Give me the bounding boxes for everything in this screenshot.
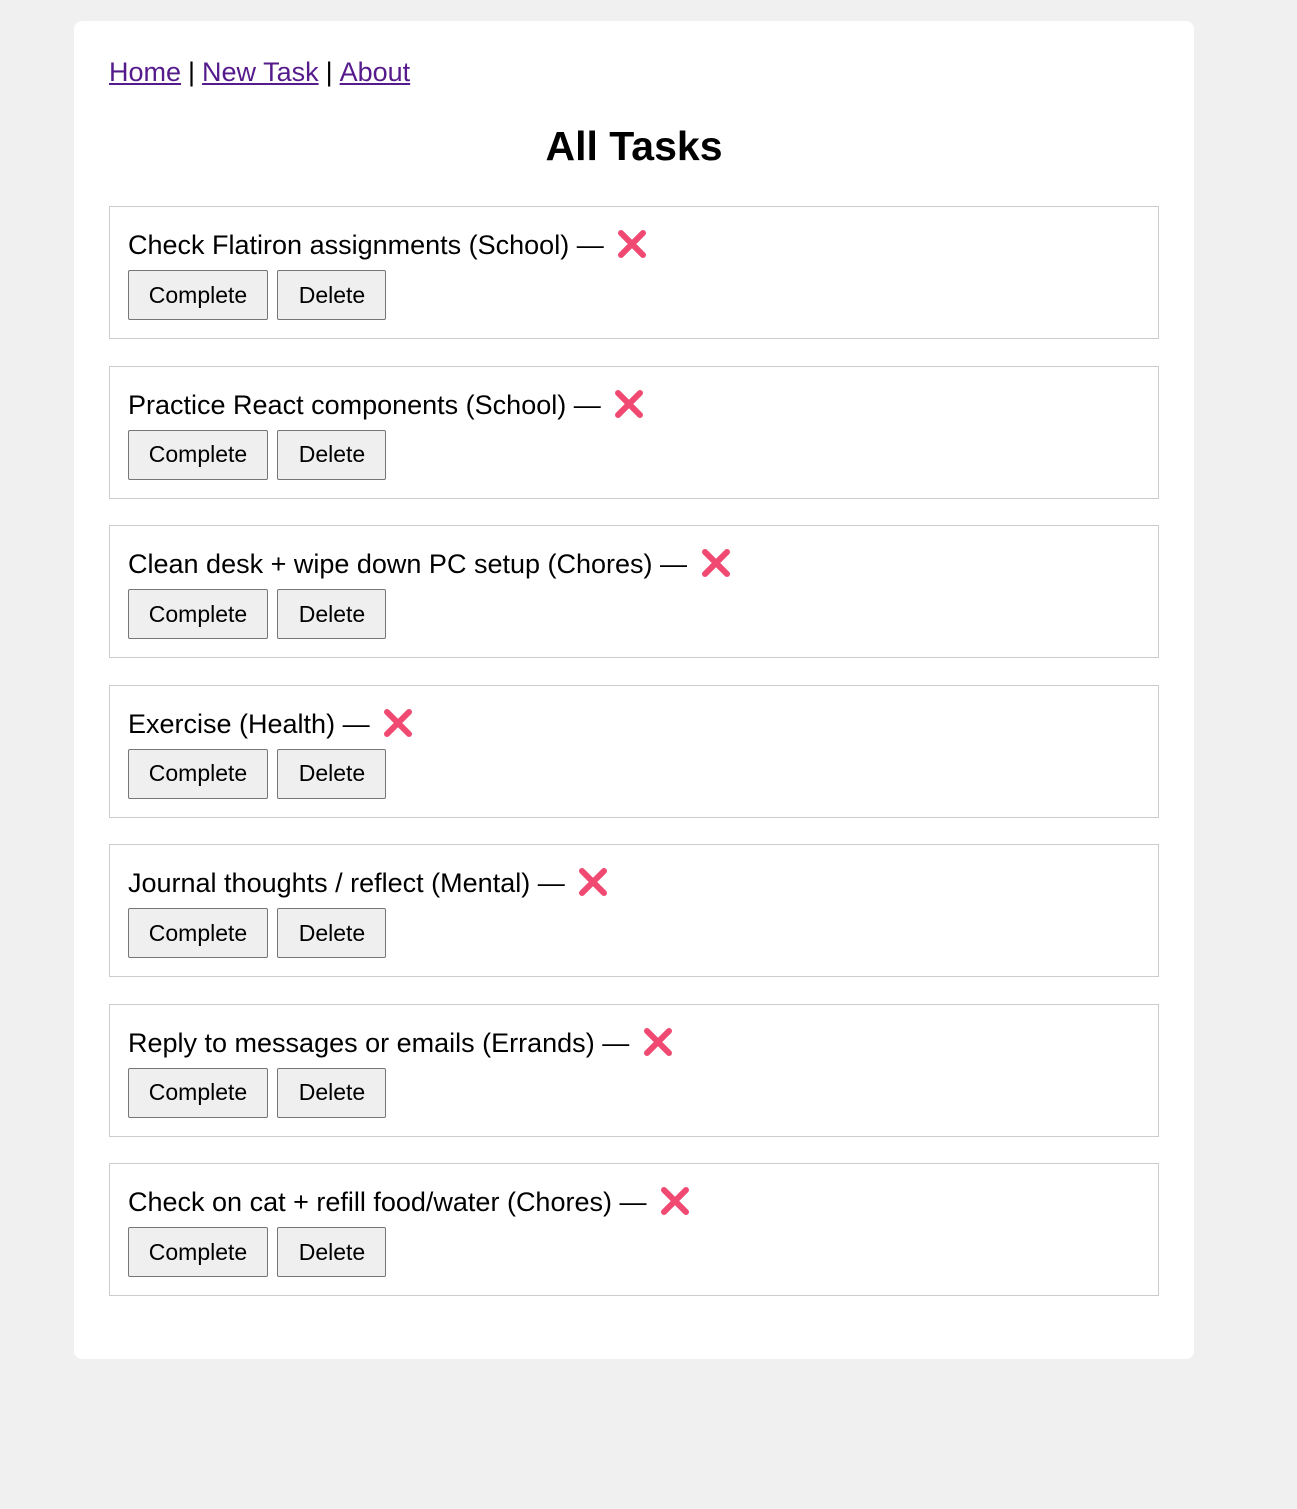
nav-separator: | [325,57,333,87]
task-line: Check Flatiron assignments (School) — [128,227,647,263]
cross-mark-icon [614,389,644,419]
task-dash: — [576,230,604,260]
task-line: Reply to messages or emails (Errands) — [128,1025,673,1061]
complete-button[interactable]: Complete [128,589,268,639]
task-card: Practice React components (School) — Com… [109,365,1159,499]
task-category: School [477,230,561,260]
task-dash: — [619,1187,647,1217]
task-category: Errands [491,1027,586,1058]
complete-button[interactable]: Complete [128,908,268,958]
task-actions: Complete Delete [128,429,391,480]
cross-mark-icon [578,867,608,897]
cross-mark-icon [701,548,731,578]
nav-separator: | [188,57,196,87]
complete-button[interactable]: Complete [128,270,268,320]
task-line: Check on cat + refill food/water (Chores… [128,1184,690,1220]
task-actions: Complete Delete [128,1227,391,1277]
complete-button[interactable]: Complete [128,1227,268,1277]
task-actions: Complete Delete [128,748,391,799]
task-card: Clean desk + wipe down PC setup (Chores)… [109,525,1159,658]
page-title: All Tasks [545,123,723,169]
task-card: Check on cat + refill food/water (Chores… [109,1163,1159,1296]
task-line: Practice React components (School) — [128,387,644,423]
cross-mark-icon [643,1027,673,1057]
task-card: Check Flatiron assignments (School) — Co… [109,206,1159,339]
task-actions: Complete Delete [128,908,391,958]
nav-link-new-task[interactable]: New Task [202,57,319,87]
task-dash: — [537,868,565,898]
task-category: Health [248,708,327,739]
task-category: School [474,389,558,420]
task-category: Chores [515,1187,603,1217]
task-actions: Complete Delete [128,1067,391,1118]
delete-button[interactable]: Delete [277,270,387,320]
delete-button[interactable]: Delete [277,1067,387,1118]
complete-button[interactable]: Complete [128,1067,268,1118]
complete-button[interactable]: Complete [128,429,268,480]
task-card: Exercise (Health) — Complete Delete [109,684,1159,818]
task-dash: — [573,389,601,420]
delete-button[interactable]: Delete [277,748,387,799]
task-dash: — [602,1027,630,1058]
cross-mark-icon [617,229,647,259]
delete-button[interactable]: Delete [277,908,387,958]
top-nav: Home | New Task | About [109,55,410,89]
task-line: Exercise (Health) — [128,706,413,742]
cross-mark-icon [383,708,413,738]
delete-button[interactable]: Delete [277,429,387,480]
task-title: Reply to messages or emails [128,1027,475,1058]
cross-mark-icon [660,1186,690,1216]
task-title: Practice React components [128,389,459,420]
task-title: Exercise [128,708,232,739]
task-dash: — [660,549,688,579]
task-card: Reply to messages or emails (Errands) — … [109,1003,1159,1137]
task-title: Check on cat + refill food/water [128,1187,500,1217]
task-category: Mental [440,868,522,898]
task-dash: — [342,708,370,739]
task-line: Clean desk + wipe down PC setup (Chores)… [128,546,731,582]
nav-link-about[interactable]: About [340,57,411,87]
task-title: Clean desk + wipe down PC setup [128,549,540,579]
delete-button[interactable]: Delete [277,1227,387,1277]
task-list: Check Flatiron assignments (School) — Co… [109,206,1159,1323]
task-actions: Complete Delete [128,270,391,320]
task-title: Journal thoughts / reflect [128,868,424,898]
main-card: Home | New Task | About All Tasks Check Flat… [74,21,1194,1359]
task-title: Check Flatiron assignments [128,230,462,260]
nav-link-home[interactable]: Home [109,57,181,87]
task-actions: Complete Delete [128,589,391,639]
delete-button[interactable]: Delete [277,589,387,639]
task-line: Journal thoughts / reflect (Mental) — [128,865,608,901]
complete-button[interactable]: Complete [128,748,268,799]
task-card: Journal thoughts / reflect (Mental) — Co… [109,844,1159,977]
task-category: Chores [556,549,644,579]
